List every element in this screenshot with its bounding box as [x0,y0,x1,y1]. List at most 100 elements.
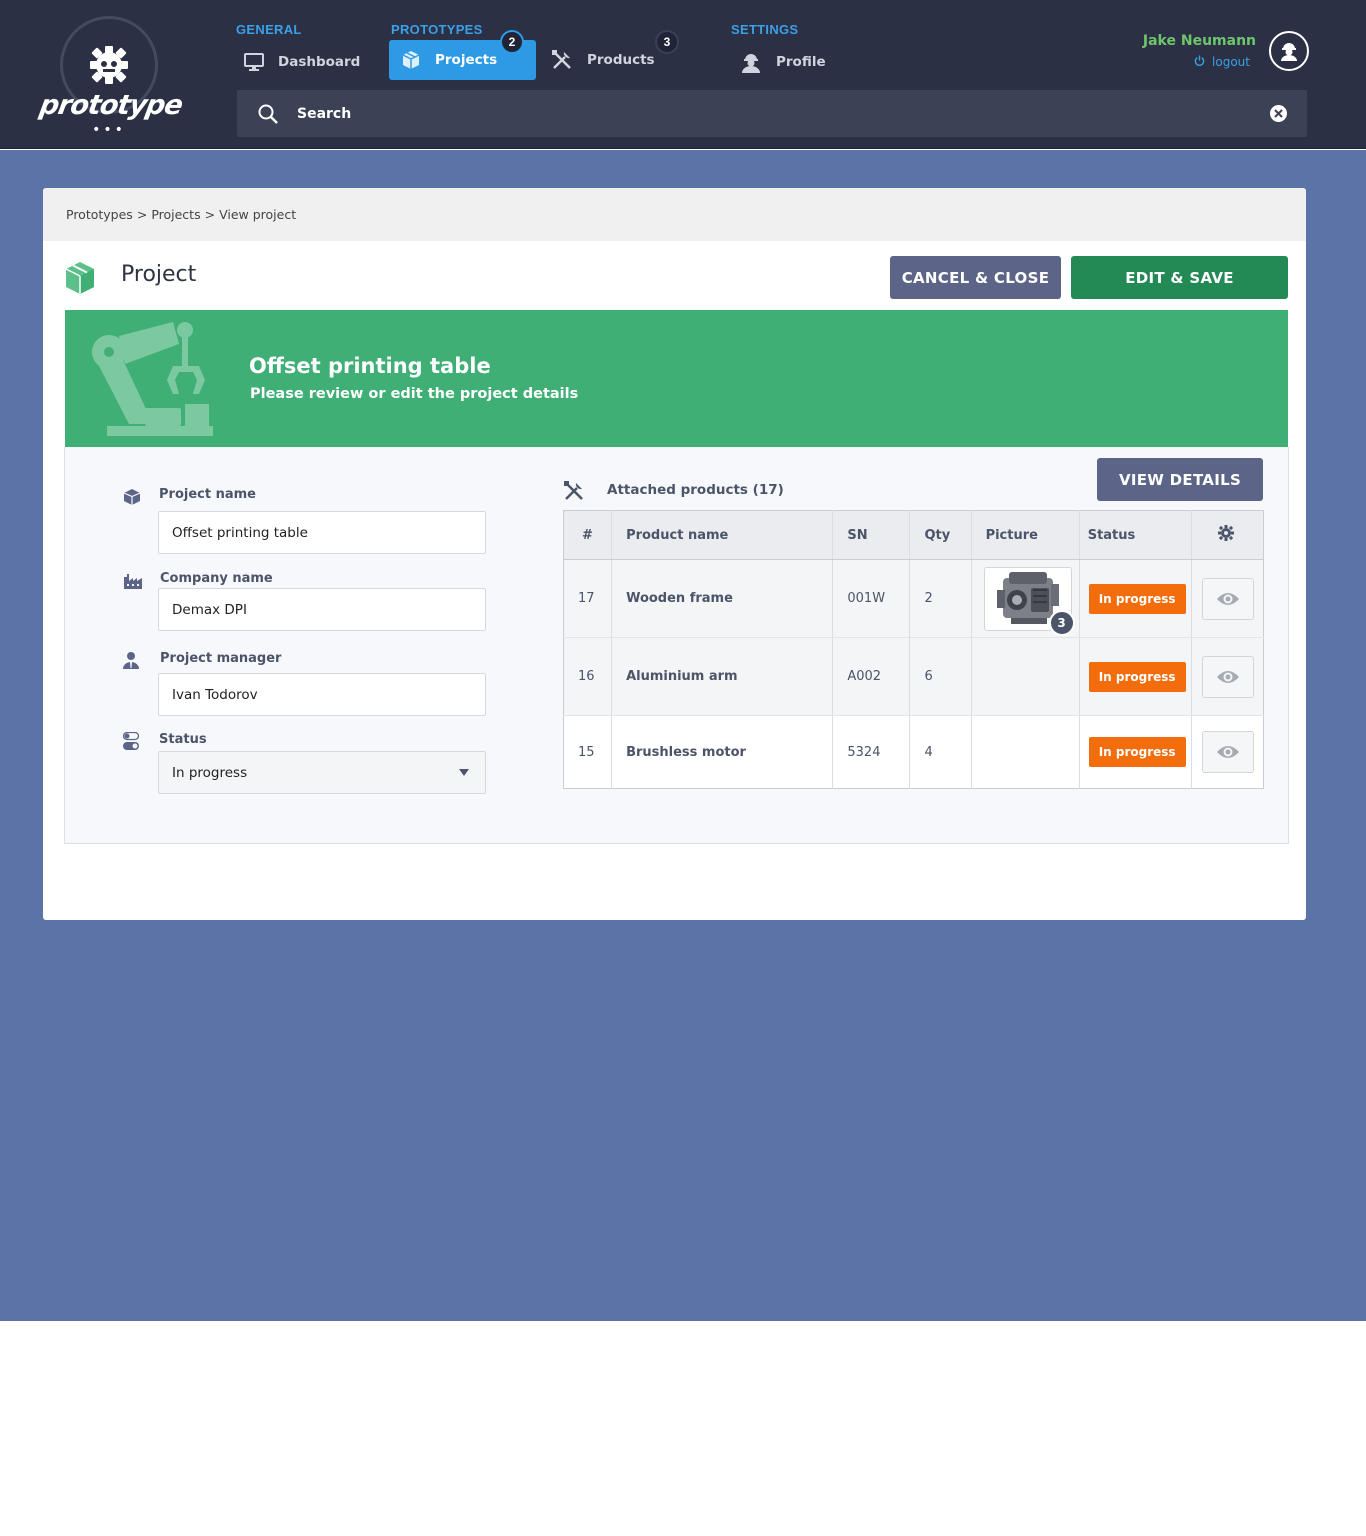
product-name[interactable]: Brushless motor [611,715,834,789]
gear-logo-icon [90,46,128,84]
nav-item-dashboard[interactable]: Dashboard [244,42,360,82]
project-banner: Offset printing table Please review or e… [65,310,1288,447]
row-number: 17 [563,559,613,638]
product-qty: 6 [909,637,972,716]
row-actions [1191,637,1264,716]
status-badge: In progress [1088,661,1186,692]
column-header-sn[interactable]: SN [832,510,911,560]
nav-section-prototypes: PROTOTYPES [391,22,483,37]
table-row[interactable]: 16 Aluminium arm A002 6 In progress [563,637,1264,716]
nav-label-products: Products [587,52,655,68]
close-circle-icon[interactable] [1270,105,1287,122]
search-icon [258,104,278,124]
page-title: Project [121,262,197,287]
toggle-icon [123,732,139,750]
column-header-settings[interactable] [1191,510,1264,560]
row-number: 15 [563,715,613,789]
user-avatar[interactable] [1269,31,1309,71]
tools-icon [564,481,583,500]
cube-icon [123,489,141,505]
row-actions [1191,715,1264,789]
banner-title: Offset printing table [249,354,491,378]
breadcrumb-item-projects[interactable]: Projects [151,207,200,222]
project-manager-field[interactable] [158,673,486,716]
column-header-product-name[interactable]: Product name [611,510,834,560]
product-picture-cell [971,715,1080,789]
nav-section-general: GENERAL [236,22,302,37]
breadcrumb: Prototypes > Projects > View project [43,188,1306,241]
table-row[interactable]: 15 Brushless motor 5324 4 In progress [563,715,1264,789]
project-name-label: Project name [159,487,256,502]
product-status-cell: In progress [1079,559,1192,638]
eye-icon [1216,670,1239,683]
product-sn: 5324 [832,715,911,789]
column-header-qty[interactable]: Qty [909,510,972,560]
view-details-button[interactable]: VIEW DETAILS [1097,458,1263,501]
table-row[interactable]: 17 Wooden frame 001W 2 3 In progress [563,559,1264,638]
status-badge: In progress [1088,737,1186,767]
eye-icon [1216,746,1239,758]
logo-wordmark: prototype [37,90,185,121]
chevron-down-icon [459,769,469,776]
worker-icon [742,54,760,73]
edit-save-button[interactable]: EDIT & SAVE [1071,256,1288,299]
breadcrumb-separator: > [204,207,216,222]
projects-count-badge: 2 [500,30,524,54]
view-product-button[interactable] [1201,655,1254,698]
project-manager-label: Project manager [160,651,282,666]
breadcrumb-item-prototypes[interactable]: Prototypes [66,207,133,222]
status-select[interactable]: In progress [158,751,486,794]
status-select-value: In progress [172,764,248,781]
products-table: # Product name SN Qty Picture Status 17 … [563,510,1264,789]
logout-link[interactable]: logout [1194,55,1250,69]
view-product-button[interactable] [1201,577,1254,620]
company-name-label: Company name [160,571,273,586]
nav-item-products[interactable]: Products [551,40,655,80]
nav-section-settings: SETTINGS [731,22,799,37]
nav-label-profile: Profile [776,54,826,70]
column-header-number[interactable]: # [563,510,613,560]
status-badge: In progress [1088,583,1186,614]
view-product-button[interactable] [1201,731,1254,773]
search-bar [237,90,1307,137]
company-name-field[interactable] [158,588,486,631]
tools-icon [552,50,571,69]
product-sn: 001W [832,559,911,638]
factory-icon [124,574,142,589]
nav-label-dashboard: Dashboard [278,54,361,70]
logo-dots: ••• [92,122,126,138]
table-header-row: # Product name SN Qty Picture Status [563,510,1264,560]
product-thumbnail[interactable]: 3 [983,566,1075,636]
details-panel: Project name Company name Project manage… [64,447,1289,844]
project-name-field[interactable] [158,511,486,554]
user-name: Jake Neumann [1142,33,1256,49]
nav-label-projects: Projects [435,52,498,68]
product-status-cell: In progress [1079,715,1192,789]
picture-count-badge: 3 [1048,609,1075,636]
gear-icon [1217,525,1234,541]
status-label: Status [159,732,207,747]
product-name[interactable]: Wooden frame [611,559,834,638]
nav-item-profile[interactable]: Profile [740,42,826,82]
manager-icon [123,652,139,669]
cube-icon [402,51,420,69]
banner-subtitle: Please review or edit the project detail… [250,386,579,402]
attached-products-label: Attached products (17) [607,482,784,498]
search-input[interactable] [297,90,1237,137]
products-count-badge: 3 [655,30,679,54]
product-qty: 2 [909,559,972,638]
top-navigation-bar: prototype ••• GENERAL Dashboard PROTOTYP… [0,0,1366,149]
product-status-cell: In progress [1079,637,1192,716]
cancel-close-button[interactable]: CANCEL & CLOSE [890,256,1061,299]
product-name[interactable]: Aluminium arm [611,637,834,716]
breadcrumb-separator: > [136,207,148,222]
product-sn: A002 [832,637,911,716]
column-header-picture: Picture [971,510,1080,560]
power-icon [1194,55,1205,69]
robot-arm-icon [92,322,213,436]
app-logo[interactable]: prototype ••• [37,14,185,139]
row-number: 16 [563,637,613,716]
column-header-status[interactable]: Status [1079,510,1192,560]
product-qty: 4 [909,715,972,789]
monitor-icon [244,53,264,71]
